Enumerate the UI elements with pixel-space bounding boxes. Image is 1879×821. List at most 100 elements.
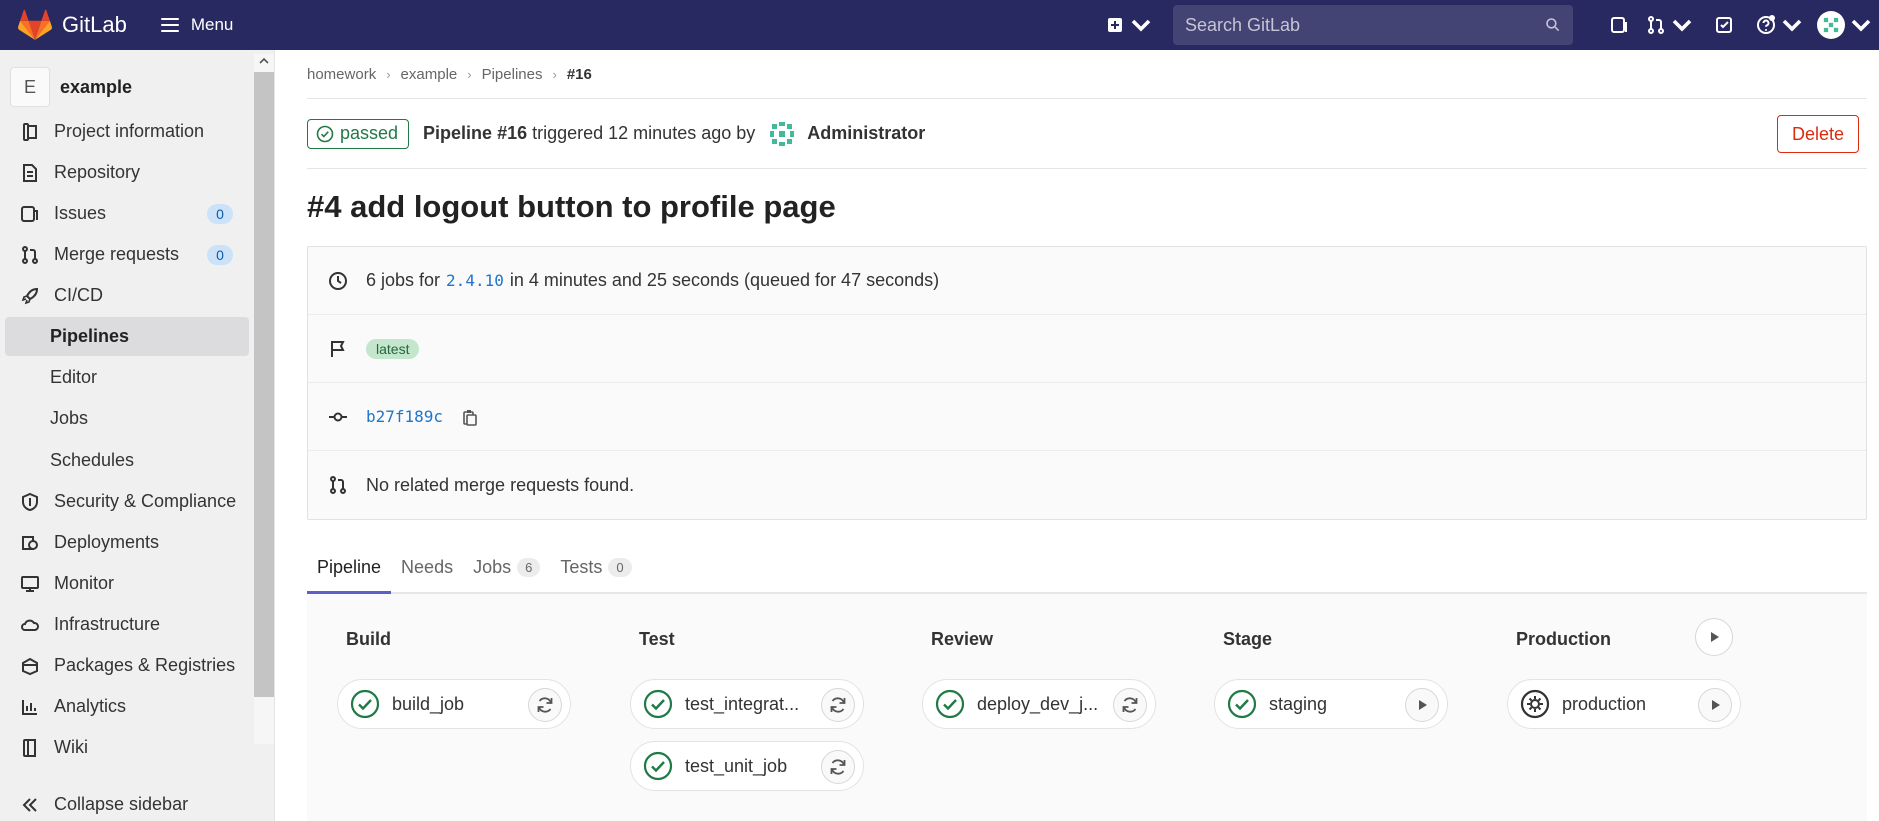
breadcrumb: homework › example › Pipelines › #16 (307, 50, 1867, 99)
retry-button[interactable] (821, 750, 855, 784)
sidebar-item-project-information[interactable]: Project information (5, 112, 249, 151)
sidebar-item-monitor[interactable]: Monitor (5, 564, 249, 603)
ref-link[interactable]: 2.4.10 (446, 271, 504, 290)
sidebar-item-pipelines[interactable]: Pipelines (5, 317, 249, 356)
sidebar-item-issues[interactable]: Issues 0 (5, 194, 249, 233)
job-production[interactable]: production (1507, 679, 1741, 729)
delete-button[interactable]: Delete (1776, 115, 1859, 153)
sidebar-item-label: Issues (54, 203, 107, 223)
sidebar-item-merge-requests[interactable]: Merge requests 0 (5, 235, 249, 274)
tab-jobs[interactable]: Jobs 6 (463, 542, 550, 592)
brand-name: GitLab (62, 12, 127, 37)
job-deploy-dev-job[interactable]: deploy_dev_j... (922, 679, 1156, 729)
sidebar-item-label: Pipelines (50, 326, 130, 346)
tab-tests[interactable]: Tests 0 (550, 542, 641, 592)
clock-icon (328, 271, 348, 291)
search-placeholder: Search GitLab (1185, 14, 1301, 35)
sidebar-item-infrastructure[interactable]: Infrastructure (5, 605, 249, 644)
pipeline-info-box: 6 jobs for 2.4.10 in 4 minutes and 25 se… (307, 246, 1867, 520)
retry-button[interactable] (1113, 688, 1147, 722)
identicon-icon (767, 118, 798, 149)
chevron-right-icon: › (467, 66, 472, 82)
sidebar-item-analytics[interactable]: Analytics (5, 687, 249, 726)
user-avatar[interactable] (767, 118, 798, 149)
status-badge[interactable]: passed (307, 118, 410, 149)
deployments-icon (20, 533, 40, 553)
top-navbar: GitLab Menu Search GitLab (0, 0, 1879, 50)
sidebar-item-deployments[interactable]: Deployments (5, 523, 249, 562)
scroll-up-arrow-icon[interactable] (259, 56, 269, 66)
retry-button[interactable] (821, 688, 855, 722)
pipeline-header: passed Pipeline #16 triggered 12 minutes… (307, 99, 1867, 169)
help-button[interactable] (1749, 0, 1809, 50)
stage-play-all-button[interactable] (1695, 618, 1733, 656)
hamburger-icon (160, 18, 179, 32)
todo-icon (1716, 17, 1732, 33)
sidebar-item-ci-cd[interactable]: CI/CD (5, 276, 249, 315)
job-staging[interactable]: staging (1214, 679, 1448, 729)
sidebar-item-label: Jobs (50, 408, 89, 428)
project-avatar: E (10, 67, 50, 107)
status-label: passed (340, 123, 399, 143)
tab-needs[interactable]: Needs (391, 542, 463, 592)
search-icon (1546, 18, 1560, 32)
job-build-job[interactable]: build_job (337, 679, 571, 729)
success-status-icon (350, 689, 380, 719)
play-button[interactable] (1405, 688, 1439, 722)
job-name: build_job (392, 693, 465, 714)
merge-requests-nav-button[interactable] (1639, 0, 1699, 50)
breadcrumb-link[interactable]: Pipelines (482, 66, 543, 83)
tab-pipeline[interactable]: Pipeline (307, 544, 392, 594)
todos-nav-button[interactable] (1699, 0, 1749, 50)
sidebar-item-label: Merge requests (54, 244, 180, 264)
search-input[interactable]: Search GitLab (1173, 5, 1573, 45)
new-dropdown-button[interactable] (1105, 0, 1151, 50)
collapse-sidebar-button[interactable]: Collapse sidebar (20, 794, 188, 815)
double-chevron-left-icon (22, 797, 37, 812)
user-name-link[interactable]: Administrator (807, 123, 925, 144)
job-name: test_unit_job (685, 755, 788, 776)
latest-badge: latest (366, 338, 420, 359)
info-icon (20, 122, 40, 142)
job-test-integration[interactable]: test_integrat... (630, 679, 864, 729)
copy-icon[interactable] (461, 408, 479, 426)
pipeline-duration-row: 6 jobs for 2.4.10 in 4 minutes and 25 se… (308, 247, 1866, 315)
duration-text: in 4 minutes and 25 seconds (queued for … (509, 270, 940, 290)
collapse-sidebar-label: Collapse sidebar (54, 794, 189, 814)
sidebar-item-schedules[interactable]: Schedules (5, 441, 249, 480)
shield-icon (20, 492, 40, 512)
play-button[interactable] (1698, 688, 1732, 722)
sidebar-item-editor[interactable]: Editor (5, 358, 249, 397)
breadcrumb-link[interactable]: homework (307, 66, 376, 83)
sidebar-scrollbar-thumb[interactable] (254, 72, 274, 697)
commit-sha-link[interactable]: b27f189c (366, 407, 443, 426)
user-menu-button[interactable] (1809, 0, 1879, 50)
flag-icon (328, 339, 348, 359)
sidebar-item-repository[interactable]: Repository (5, 153, 249, 192)
job-test-unit-job[interactable]: test_unit_job (630, 741, 864, 791)
stage-title: Production (1516, 629, 1611, 649)
chevron-down-icon (1672, 19, 1692, 32)
breadcrumb-link[interactable]: example (401, 66, 458, 83)
sidebar-item-label: Wiki (54, 737, 88, 757)
breadcrumb-current[interactable]: #16 (567, 66, 592, 83)
sidebar-item-label: Project information (54, 121, 205, 141)
menu-button[interactable]: Menu (160, 15, 233, 35)
sidebar-item-label: Editor (50, 367, 98, 387)
sidebar-item-security-compliance[interactable]: Security & Compliance (5, 482, 249, 521)
merge-request-icon (20, 245, 40, 265)
sidebar-scrollbar[interactable] (254, 54, 274, 744)
retry-button[interactable] (528, 688, 562, 722)
sidebar-item-jobs[interactable]: Jobs (5, 399, 249, 438)
pipeline-tabs: Pipeline Needs Jobs 6 Tests 0 (307, 544, 1867, 594)
sidebar-item-wiki[interactable]: Wiki (5, 728, 249, 767)
job-name: staging (1269, 693, 1328, 714)
gitlab-logo[interactable]: GitLab (18, 9, 127, 41)
sidebar-item-packages-registries[interactable]: Packages & Registries (5, 646, 249, 685)
pipeline-title: Pipeline #16 triggered 12 minutes ago by… (423, 118, 925, 149)
issues-nav-button[interactable] (1599, 0, 1639, 50)
sidebar-item-label: Repository (54, 162, 141, 182)
tab-label: Pipeline (317, 557, 382, 577)
sidebar-project-header[interactable]: E example (10, 62, 274, 112)
play-icon (1711, 632, 1719, 642)
